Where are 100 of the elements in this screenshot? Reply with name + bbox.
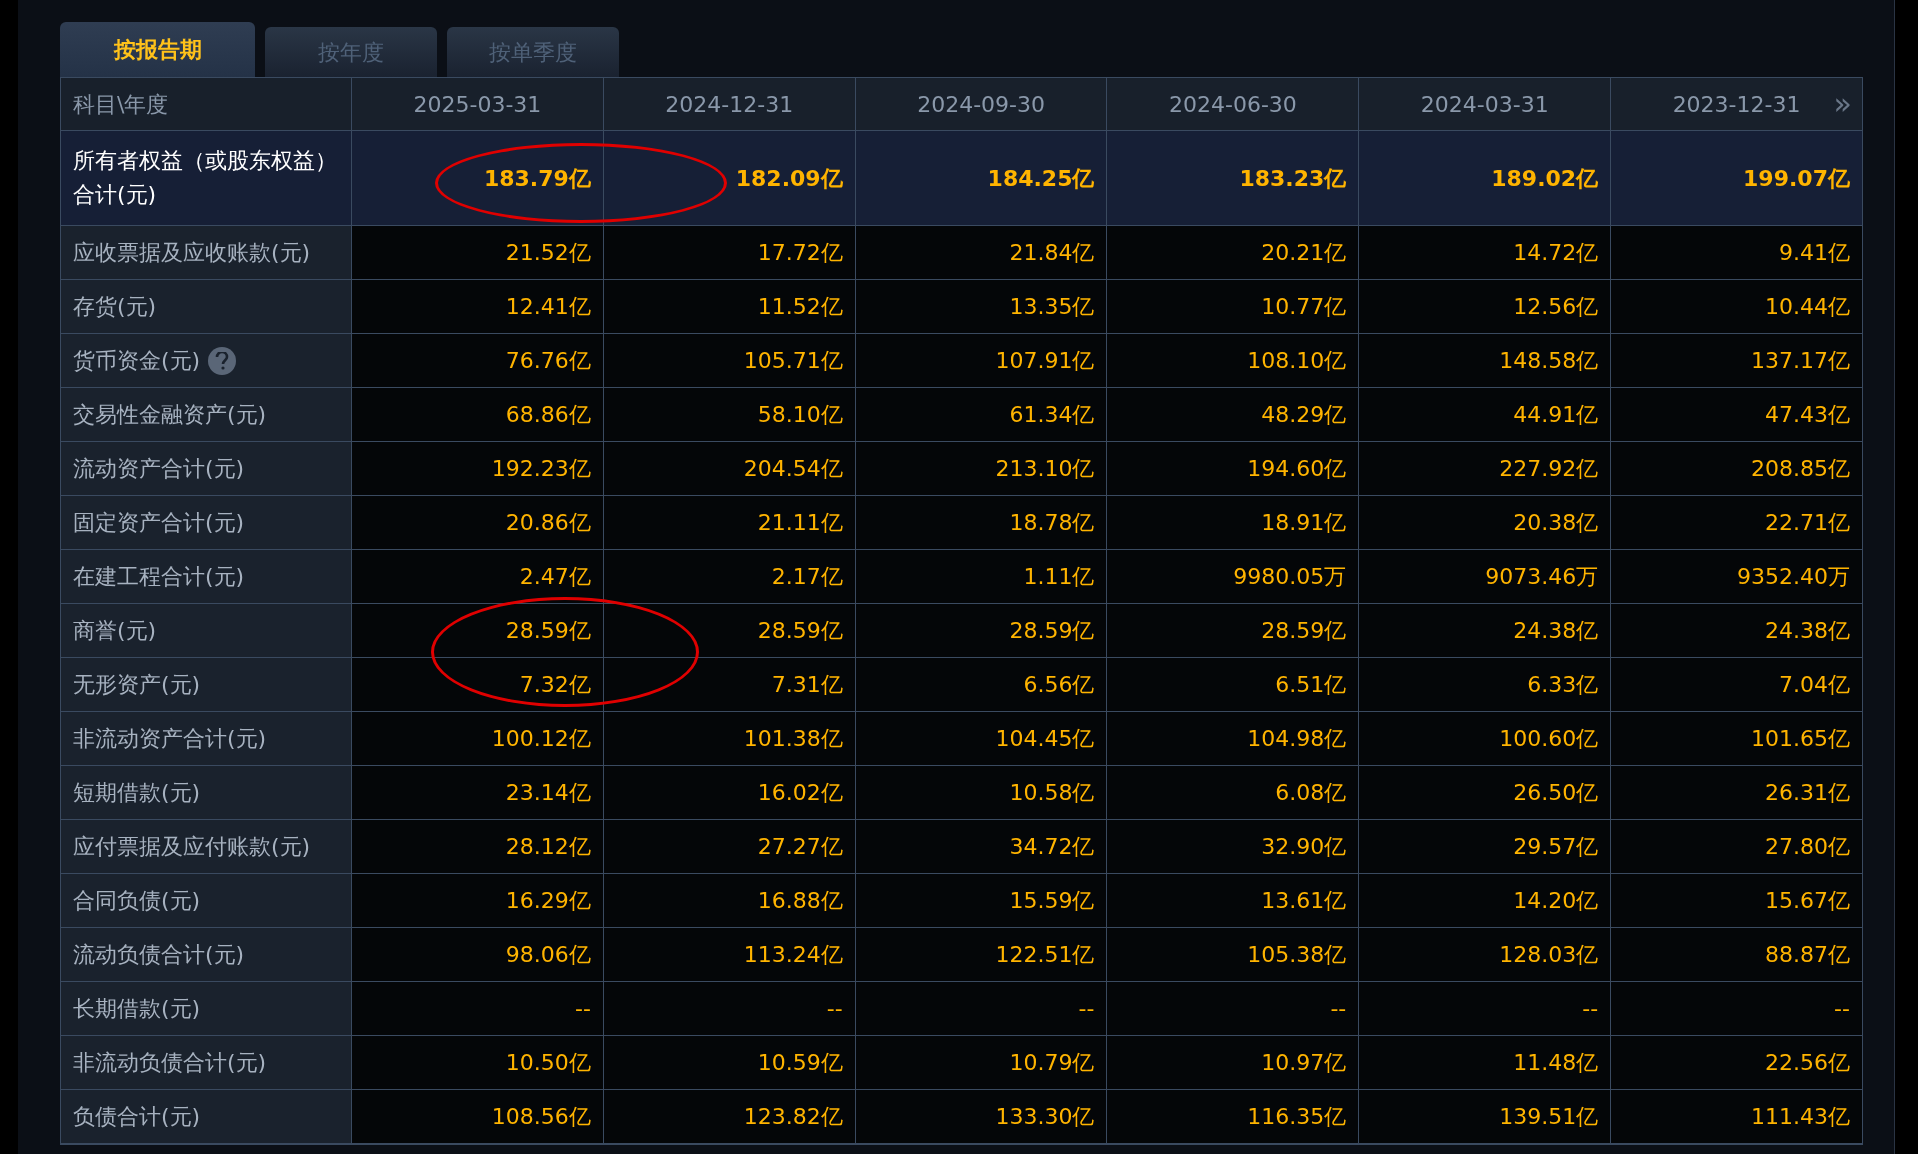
value-cell-text: 6.51亿 xyxy=(1275,671,1347,699)
value-cell-text: 68.86亿 xyxy=(505,401,591,429)
value-cell-text: 7.31亿 xyxy=(771,671,843,699)
value-cell-text: 108.56亿 xyxy=(491,1103,591,1131)
row-label: 流动负债合计(元) xyxy=(73,940,245,969)
value-cell-text: 192.23亿 xyxy=(491,455,591,483)
value-cell-text: 24.38亿 xyxy=(1765,617,1850,645)
value-cell-text: 184.25亿 xyxy=(987,164,1095,193)
value-cell-text: 27.80亿 xyxy=(1765,833,1850,861)
value-cell-text: 12.56亿 xyxy=(1513,293,1599,321)
value-cell-text: 28.59亿 xyxy=(1009,617,1095,645)
value-cell-text: 11.48亿 xyxy=(1513,1049,1599,1077)
value-cell-text: 9073.46万 xyxy=(1485,563,1599,591)
row-label: 在建工程合计(元) xyxy=(73,562,245,591)
row-label: 短期借款(元) xyxy=(73,778,201,807)
value-cell-text: 16.29亿 xyxy=(505,887,591,915)
value-cell-text: 194.60亿 xyxy=(1247,455,1347,483)
value-cell-text: 10.50亿 xyxy=(505,1049,591,1077)
value-cell-text: 182.09亿 xyxy=(735,164,843,193)
header-cell: 科目\年度 xyxy=(61,78,352,130)
value-cell-text: 23.14亿 xyxy=(505,779,591,807)
row-label: 流动资产合计(元) xyxy=(73,454,245,483)
value-cell-text: 9352.40万 xyxy=(1737,563,1850,591)
value-cell-text: 76.76亿 xyxy=(505,347,591,375)
value-cell-text: -- xyxy=(574,995,591,1023)
value-cell-text: 101.38亿 xyxy=(743,725,843,753)
value-cell-text: 101.65亿 xyxy=(1751,725,1850,753)
value-cell-text: 104.98亿 xyxy=(1247,725,1347,753)
value-cell-text: 189.02亿 xyxy=(1491,164,1599,193)
value-cell-text: 100.12亿 xyxy=(491,725,591,753)
row-label: 无形资产(元) xyxy=(73,670,201,699)
value-cell-text: 10.79亿 xyxy=(1009,1049,1095,1077)
value-cell-text: 7.32亿 xyxy=(519,671,591,699)
value-cell-text: 128.03亿 xyxy=(1499,941,1599,969)
value-cell-text: 21.11亿 xyxy=(757,509,843,537)
value-cell-text: 20.21亿 xyxy=(1261,239,1347,267)
next-columns-button[interactable]: » xyxy=(1833,89,1852,119)
row-label: 应付票据及应付账款(元) xyxy=(73,832,311,861)
row-label: 应收票据及应收账款(元) xyxy=(73,238,311,267)
value-cell-text: 22.56亿 xyxy=(1765,1049,1850,1077)
value-cell-text: 15.59亿 xyxy=(1009,887,1095,915)
value-cell-text: 28.59亿 xyxy=(505,617,591,645)
value-cell-text: 6.56亿 xyxy=(1023,671,1095,699)
value-cell-text: 22.71亿 xyxy=(1765,509,1850,537)
value-cell-text: 1.11亿 xyxy=(1023,563,1095,591)
value-cell-text: 27.27亿 xyxy=(757,833,843,861)
value-cell-text: 34.72亿 xyxy=(1009,833,1095,861)
value-cell-text: 24.38亿 xyxy=(1513,617,1599,645)
value-cell-text: 18.78亿 xyxy=(1009,509,1095,537)
tab[interactable]: 按报告期 xyxy=(60,22,255,77)
value-cell-text: 32.90亿 xyxy=(1261,833,1347,861)
value-cell-text: 111.43亿 xyxy=(1751,1103,1850,1131)
value-cell-text: 227.92亿 xyxy=(1499,455,1599,483)
value-cell-text: 113.24亿 xyxy=(743,941,843,969)
value-cell-text: 105.71亿 xyxy=(743,347,843,375)
column-header: 2023-12-31 xyxy=(1672,90,1801,119)
value-cell-text: 9.41亿 xyxy=(1779,239,1850,267)
value-cell-text: 123.82亿 xyxy=(743,1103,843,1131)
tab[interactable]: 按年度 xyxy=(265,27,437,77)
value-cell-text: 183.79亿 xyxy=(483,164,591,193)
value-cell-text: 16.88亿 xyxy=(757,887,843,915)
help-icon[interactable] xyxy=(208,346,237,375)
value-cell-text: 58.10亿 xyxy=(757,401,843,429)
column-header: 2024-09-30 xyxy=(917,90,1045,119)
value-cell-text: 6.08亿 xyxy=(1275,779,1347,807)
value-cell-text: -- xyxy=(1582,995,1599,1023)
value-cell-text: 28.59亿 xyxy=(757,617,843,645)
row-label: 合同负债(元) xyxy=(73,886,201,915)
value-cell-text: 213.10亿 xyxy=(995,455,1095,483)
value-cell-text: 10.97亿 xyxy=(1261,1049,1347,1077)
value-cell-text: 2.17亿 xyxy=(771,563,843,591)
value-cell-text: 199.07亿 xyxy=(1743,164,1850,193)
value-cell-text: 10.58亿 xyxy=(1009,779,1095,807)
value-cell-text: 17.72亿 xyxy=(757,239,843,267)
value-cell-text: 61.34亿 xyxy=(1009,401,1095,429)
value-cell-text: 137.17亿 xyxy=(1751,347,1850,375)
row-label: 长期借款(元) xyxy=(73,994,201,1023)
row-label: 商誉(元) xyxy=(73,616,157,645)
value-cell-text: 7.04亿 xyxy=(1779,671,1850,699)
tab[interactable]: 按单季度 xyxy=(447,27,619,77)
value-cell-text: 20.38亿 xyxy=(1513,509,1599,537)
row-label: 存货(元) xyxy=(73,292,157,321)
value-cell-text: 12.41亿 xyxy=(505,293,591,321)
value-cell-text: 44.91亿 xyxy=(1513,401,1599,429)
column-header: 2025-03-31 xyxy=(413,90,542,119)
row-label: 非流动负债合计(元) xyxy=(73,1048,267,1077)
value-cell-text: 28.59亿 xyxy=(1261,617,1347,645)
value-cell-text: 26.31亿 xyxy=(1765,779,1850,807)
row-label: 所有者权益（或股东权益）合计(元) xyxy=(73,147,338,209)
value-cell-text: 148.58亿 xyxy=(1499,347,1599,375)
value-cell-text: 133.30亿 xyxy=(995,1103,1095,1131)
value-cell-text: 20.86亿 xyxy=(505,509,591,537)
value-cell-text: 48.29亿 xyxy=(1261,401,1347,429)
value-cell-text: 9980.05万 xyxy=(1233,563,1347,591)
row-label: 非流动资产合计(元) xyxy=(73,724,267,753)
value-cell-text: 14.20亿 xyxy=(1513,887,1599,915)
value-cell-text: 98.06亿 xyxy=(505,941,591,969)
value-cell-text: 100.60亿 xyxy=(1499,725,1599,753)
value-cell-text: 10.59亿 xyxy=(757,1049,843,1077)
value-cell-text: 11.52亿 xyxy=(757,293,843,321)
